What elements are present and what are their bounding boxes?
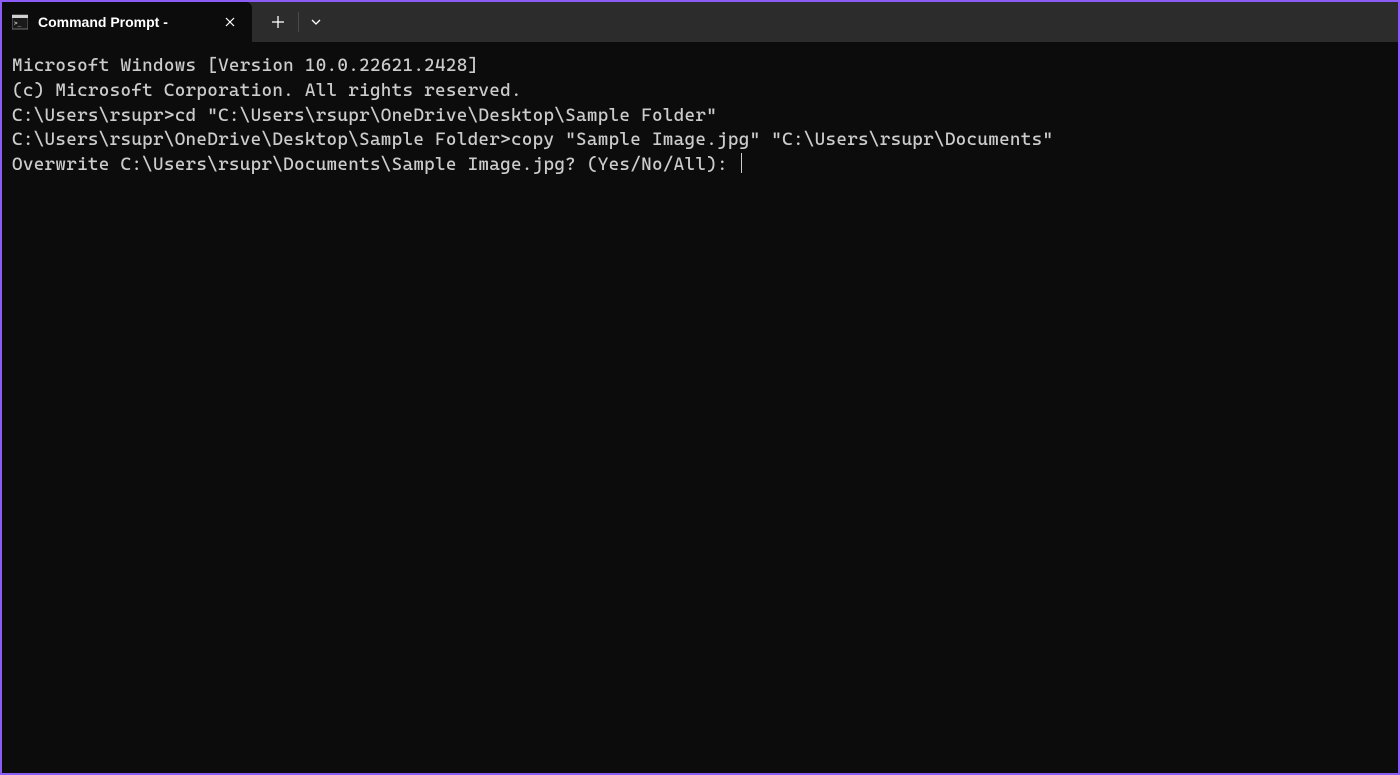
terminal-line: C:\Users\rsupr>cd "C:\Users\rsupr\OneDri… bbox=[12, 104, 1388, 129]
terminal-line: (c) Microsoft Corporation. All rights re… bbox=[12, 79, 1388, 104]
terminal-line: C:\Users\rsupr\OneDrive\Desktop\Sample F… bbox=[12, 128, 1388, 153]
titlebar-divider bbox=[298, 12, 299, 32]
close-tab-button[interactable] bbox=[220, 12, 240, 32]
titlebar: >_ Command Prompt - bbox=[2, 2, 1398, 42]
cursor bbox=[741, 153, 742, 173]
terminal-output[interactable]: Microsoft Windows [Version 10.0.22621.24… bbox=[2, 42, 1398, 773]
svg-text:>_: >_ bbox=[14, 20, 22, 27]
terminal-line: Microsoft Windows [Version 10.0.22621.24… bbox=[12, 54, 1388, 79]
overwrite-prompt: Overwrite C:\Users\rsupr\Documents\Sampl… bbox=[12, 154, 739, 175]
tab-command-prompt[interactable]: >_ Command Prompt - bbox=[2, 2, 252, 42]
titlebar-actions bbox=[252, 2, 331, 42]
terminal-prompt-line: Overwrite C:\Users\rsupr\Documents\Sampl… bbox=[12, 154, 742, 175]
tab-title: Command Prompt - bbox=[38, 14, 210, 30]
terminal-window: >_ Command Prompt - bbox=[2, 2, 1398, 773]
new-tab-button[interactable] bbox=[260, 6, 296, 38]
command-prompt-icon: >_ bbox=[12, 14, 28, 30]
tab-dropdown-button[interactable] bbox=[301, 6, 331, 38]
